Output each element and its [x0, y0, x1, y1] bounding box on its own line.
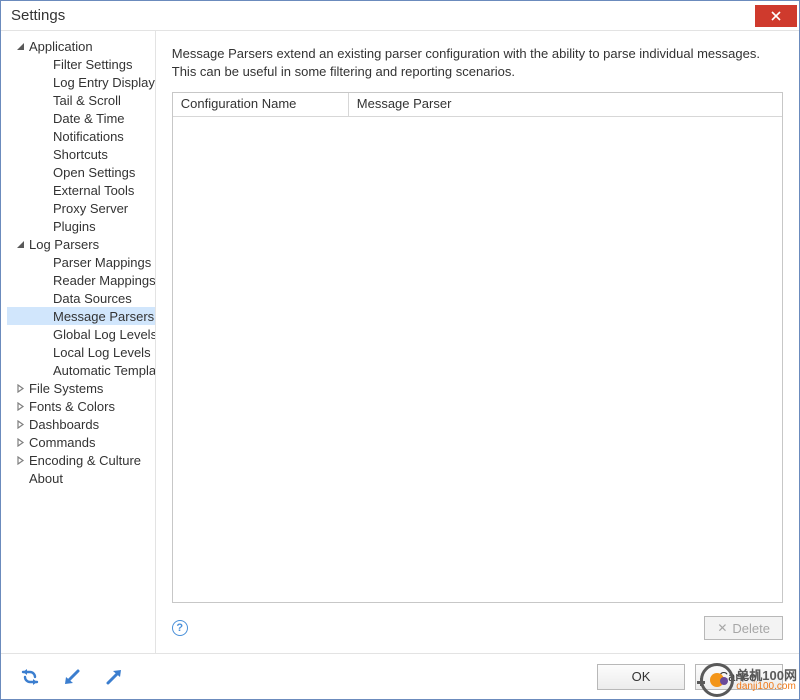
tree-item-open-settings[interactable]: Open Settings	[7, 163, 155, 181]
export-arrow-icon	[104, 667, 124, 687]
window-title: Settings	[11, 7, 65, 24]
message-parsers-table[interactable]: Configuration Name Message Parser	[172, 92, 783, 603]
expander-collapsed-icon[interactable]	[13, 381, 27, 395]
refresh-icon	[20, 668, 40, 686]
tree-item-label: Shortcuts	[53, 147, 108, 162]
tree-item-tail-scroll[interactable]: Tail & Scroll	[7, 91, 155, 109]
tree-item-label: File Systems	[29, 381, 103, 396]
tree-item-label: Data Sources	[53, 291, 132, 306]
bottom-bar: OK Cancel	[1, 653, 799, 699]
expander-spacer	[13, 471, 27, 485]
tree-item-dashboards[interactable]: Dashboards	[7, 415, 155, 433]
section-description: Message Parsers extend an existing parse…	[172, 45, 783, 80]
column-header-config-name[interactable]: Configuration Name	[173, 93, 349, 116]
import-button[interactable]	[61, 666, 83, 688]
cancel-button-label: Cancel	[719, 669, 759, 684]
content-pane: Message Parsers extend an existing parse…	[156, 31, 799, 653]
table-body	[173, 117, 782, 602]
tree-item-reader-mappings[interactable]: Reader Mappings	[7, 271, 155, 289]
close-button[interactable]	[755, 5, 797, 27]
delete-button-label: Delete	[732, 621, 770, 636]
column-header-message-parser[interactable]: Message Parser	[349, 93, 782, 116]
tree-item-commands[interactable]: Commands	[7, 433, 155, 451]
expander-expanded-icon[interactable]	[13, 237, 27, 251]
tree-item-label: Local Log Levels	[53, 345, 151, 360]
ok-button[interactable]: OK	[597, 664, 685, 690]
cancel-button[interactable]: Cancel	[695, 664, 783, 690]
bottom-right-buttons: OK Cancel	[597, 664, 783, 690]
delete-button: ✕ Delete	[704, 616, 783, 640]
delete-x-icon: ✕	[717, 621, 727, 635]
tree-item-label: Plugins	[53, 219, 96, 234]
close-icon	[771, 11, 781, 21]
tree-item-label: Tail & Scroll	[53, 93, 121, 108]
expander-collapsed-icon[interactable]	[13, 417, 27, 431]
expander-collapsed-icon[interactable]	[13, 435, 27, 449]
settings-window: Settings Application Filter Settings Log E…	[0, 0, 800, 700]
tree-item-label: Global Log Levels	[53, 327, 156, 342]
tree-item-global-log-levels[interactable]: Global Log Levels	[7, 325, 155, 343]
tree-item-date-time[interactable]: Date & Time	[7, 109, 155, 127]
tree-item-label: Log Parsers	[29, 237, 99, 252]
tree-item-data-sources[interactable]: Data Sources	[7, 289, 155, 307]
expander-collapsed-icon[interactable]	[13, 399, 27, 413]
bottom-left-icons	[19, 666, 125, 688]
titlebar: Settings	[1, 1, 799, 31]
tree-item-automatic-templates[interactable]: Automatic Templates	[7, 361, 155, 379]
tree-item-filter-settings[interactable]: Filter Settings	[7, 55, 155, 73]
tree-item-message-parsers[interactable]: Message Parsers	[7, 307, 155, 325]
tree-item-notifications[interactable]: Notifications	[7, 127, 155, 145]
tree-item-label: Encoding & Culture	[29, 453, 141, 468]
tree-item-label: External Tools	[53, 183, 134, 198]
tree-item-label: Message Parsers	[53, 309, 154, 324]
import-arrow-icon	[62, 667, 82, 687]
tree-item-external-tools[interactable]: External Tools	[7, 181, 155, 199]
tree-item-application[interactable]: Application	[7, 37, 155, 55]
tree-item-label: Date & Time	[53, 111, 125, 126]
tree-item-label: Automatic Templates	[53, 363, 156, 378]
tree-item-fonts-colors[interactable]: Fonts & Colors	[7, 397, 155, 415]
tree-item-label: About	[29, 471, 63, 486]
tree-item-log-entry-display[interactable]: Log Entry Display	[7, 73, 155, 91]
expander-collapsed-icon[interactable]	[13, 453, 27, 467]
expander-expanded-icon[interactable]	[13, 39, 27, 53]
tree-item-label: Reader Mappings	[53, 273, 156, 288]
tree-item-label: Fonts & Colors	[29, 399, 115, 414]
table-header: Configuration Name Message Parser	[173, 93, 782, 117]
tree-item-plugins[interactable]: Plugins	[7, 217, 155, 235]
tree-item-local-log-levels[interactable]: Local Log Levels	[7, 343, 155, 361]
tree-item-label: Commands	[29, 435, 95, 450]
tree-item-label: Open Settings	[53, 165, 135, 180]
tree-item-log-parsers[interactable]: Log Parsers	[7, 235, 155, 253]
tree-item-label: Application	[29, 39, 93, 54]
tree-item-about[interactable]: About	[7, 469, 155, 487]
tree-item-label: Notifications	[53, 129, 124, 144]
dialog-body: Application Filter Settings Log Entry Disp…	[1, 31, 799, 653]
tree-item-shortcuts[interactable]: Shortcuts	[7, 145, 155, 163]
content-footer: ? ✕ Delete	[172, 611, 783, 645]
tree-item-proxy-server[interactable]: Proxy Server	[7, 199, 155, 217]
tree-item-label: Parser Mappings	[53, 255, 151, 270]
refresh-button[interactable]	[19, 666, 41, 688]
tree-item-label: Log Entry Display	[53, 75, 155, 90]
settings-tree: Application Filter Settings Log Entry Disp…	[1, 31, 156, 653]
tree-item-label: Proxy Server	[53, 201, 128, 216]
tree-item-parser-mappings[interactable]: Parser Mappings	[7, 253, 155, 271]
export-button[interactable]	[103, 666, 125, 688]
tree-item-file-systems[interactable]: File Systems	[7, 379, 155, 397]
tree-item-label: Dashboards	[29, 417, 99, 432]
ok-button-label: OK	[632, 669, 651, 684]
help-icon[interactable]: ?	[172, 620, 188, 636]
tree-item-encoding-culture[interactable]: Encoding & Culture	[7, 451, 155, 469]
tree-item-label: Filter Settings	[53, 57, 132, 72]
